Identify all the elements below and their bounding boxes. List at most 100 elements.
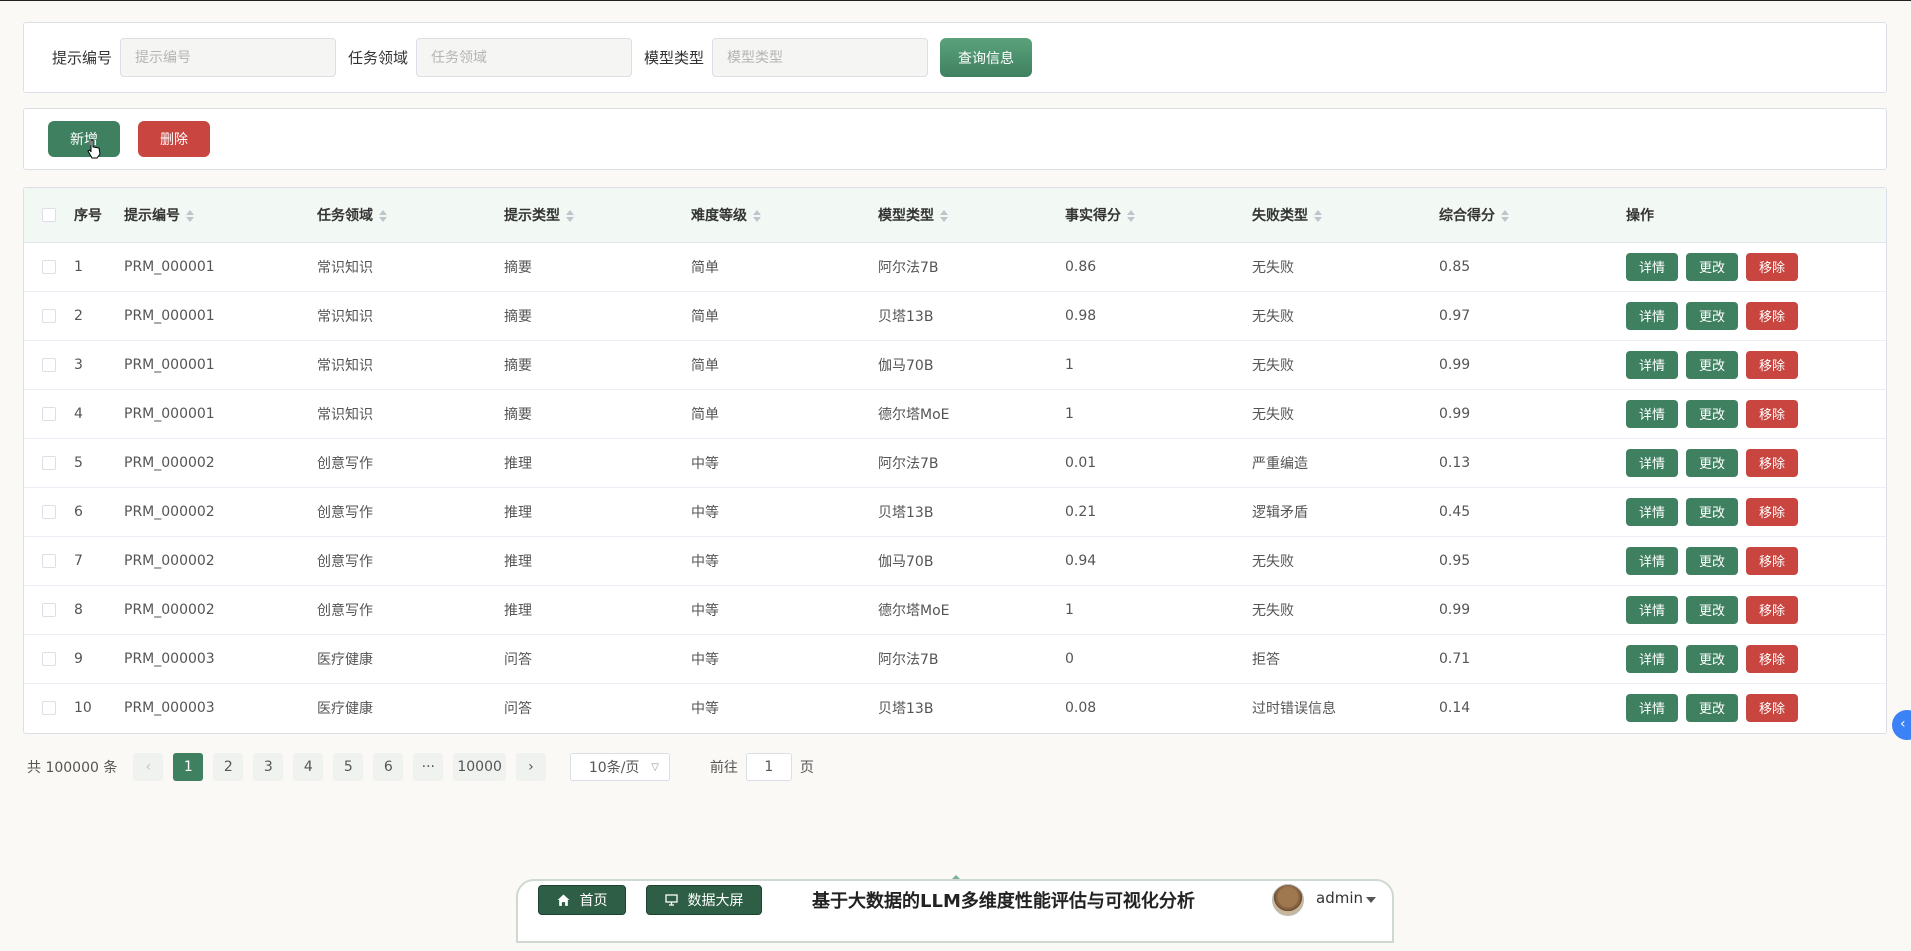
row-checkbox[interactable] (42, 455, 56, 470)
remove-button[interactable]: 移除 (1746, 546, 1798, 575)
table-row[interactable]: 7 PRM_000002 创意写作 推理 中等 伽马70B 0.94 无失败 0.95 详情 更改移… (24, 536, 1886, 586)
table-row[interactable]: 8 PRM_000002 创意写作 推理 中等 德尔塔MoE 1 无失败 0.99 详情 更改 移除 (24, 585, 1886, 635)
sort-icon[interactable] (186, 209, 194, 222)
edit-button[interactable]: 更改 (1686, 252, 1738, 281)
page-size-select[interactable]: 10条/页 ▽ (569, 753, 670, 781)
edit-button[interactable]: 更改 (1686, 399, 1738, 428)
user-name[interactable]: admin (1316, 889, 1363, 907)
edit-button[interactable]: 更改 (1686, 350, 1738, 379)
prev-page-button[interactable]: ‹ (133, 753, 164, 781)
detail-button[interactable]: 详情 (1626, 595, 1678, 624)
page-number-button[interactable]: 3 (253, 753, 284, 781)
row-checkbox[interactable] (42, 700, 56, 715)
edit-button[interactable]: 更改 (1686, 497, 1738, 526)
sort-icon[interactable] (1127, 209, 1135, 222)
edit-button[interactable]: 更改 (1686, 595, 1738, 624)
select-all-checkbox[interactable] (42, 207, 56, 222)
remove-button[interactable]: 移除 (1746, 595, 1798, 624)
sort-icon[interactable] (1501, 209, 1509, 222)
side-collapse-tab[interactable]: ‹ (1892, 710, 1911, 740)
remove-button[interactable]: 移除 (1746, 497, 1798, 526)
detail-button[interactable]: 详情 (1626, 693, 1678, 722)
table-row[interactable]: 5 PRM_000002 创意写作 推理 中等 阿尔法7B 0.01 严重编造 0.13 详情 更改… (24, 438, 1886, 488)
goto-suffix: 页 (799, 760, 814, 776)
sort-icon[interactable] (753, 209, 761, 222)
remove-button[interactable]: 移除 (1746, 693, 1798, 722)
row-checkbox[interactable] (42, 553, 56, 568)
table-row[interactable]: 9 PRM_000003 医疗健康 问答 中等 阿尔法7B 0 拒答 0.71 详情 更改 移除 (24, 634, 1886, 684)
col-header-overall-score[interactable]: 综合得分 (1439, 188, 1626, 243)
col-header-failure-type[interactable]: 失败类型 (1252, 188, 1439, 243)
page-number-button[interactable]: 5 (333, 753, 364, 781)
sort-icon[interactable] (379, 209, 387, 222)
edit-button[interactable]: 更改 (1686, 546, 1738, 575)
edit-button[interactable]: 更改 (1686, 448, 1738, 477)
table-row[interactable]: 4 PRM_000001 常识知识 摘要 简单 德尔塔MoE 1 无失败 0.99 详情 更改 移除 (24, 389, 1886, 439)
edit-button[interactable]: 更改 (1686, 693, 1738, 722)
detail-button[interactable]: 详情 (1626, 546, 1678, 575)
page-number-button[interactable]: 6 (373, 753, 404, 781)
page-ellipsis[interactable]: ··· (413, 753, 444, 781)
chevron-down-icon: ▽ (651, 761, 659, 773)
row-checkbox[interactable] (42, 504, 56, 519)
cell-overall-score: 0.95 (1439, 552, 1471, 569)
detail-button[interactable]: 详情 (1626, 448, 1678, 477)
col-header-model-type[interactable]: 模型类型 (878, 188, 1065, 243)
row-checkbox[interactable] (42, 308, 56, 323)
edit-button[interactable]: 更改 (1686, 644, 1738, 673)
col-header-difficulty[interactable]: 难度等级 (691, 188, 878, 243)
page-number-button[interactable]: 2 (213, 753, 244, 781)
cell-overall-score: 0.99 (1439, 356, 1471, 373)
task-domain-input[interactable] (416, 38, 633, 77)
table-row[interactable]: 6 PRM_000002 创意写作 推理 中等 贝塔13B 0.21 逻辑矛盾 0.45 详情 更改… (24, 487, 1886, 537)
table-row[interactable]: 3 PRM_000001 常识知识 摘要 简单 伽马70B 1 无失败 0.99 详情 更改 移除 (24, 340, 1886, 390)
detail-button[interactable]: 详情 (1626, 252, 1678, 281)
prompt-id-input[interactable] (120, 38, 337, 77)
page-number-button[interactable]: 10000 (453, 753, 506, 781)
add-button[interactable]: 新增 (48, 121, 120, 159)
detail-button[interactable]: 详情 (1626, 301, 1678, 330)
col-header-prompt-type[interactable]: 提示类型 (504, 188, 691, 243)
table-row[interactable]: 10 PRM_000003 医疗健康 问答 中等 贝塔13B 0.08 过时错误信息 0.14 详… (24, 683, 1886, 732)
sort-icon[interactable] (1314, 209, 1322, 222)
cell-difficulty: 简单 (691, 406, 719, 423)
remove-button[interactable]: 移除 (1746, 350, 1798, 379)
query-button[interactable]: 查询信息 (940, 38, 1033, 77)
remove-button[interactable]: 移除 (1746, 644, 1798, 673)
detail-button[interactable]: 详情 (1626, 350, 1678, 379)
sort-icon[interactable] (566, 209, 574, 222)
table-row[interactable]: 1 PRM_000001 常识知识 摘要 简单 阿尔法7B 0.86 无失败 0.85 详情 更改移… (24, 242, 1886, 292)
cell-index: 8 (74, 601, 83, 618)
home-nav-button[interactable]: 首页 (538, 885, 626, 915)
col-header-task-domain[interactable]: 任务领域 (317, 188, 504, 243)
detail-button[interactable]: 详情 (1626, 497, 1678, 526)
col-header-fact-score[interactable]: 事实得分 (1065, 188, 1252, 243)
remove-button[interactable]: 移除 (1746, 301, 1798, 330)
page-number-button[interactable]: 4 (293, 753, 324, 781)
cell-fact-score: 0 (1065, 650, 1074, 667)
table-row[interactable]: 2 PRM_000001 常识知识 摘要 简单 贝塔13B 0.98 无失败 0.97 详情 更改移… (24, 291, 1886, 341)
page-number-button[interactable]: 1 (173, 753, 204, 781)
col-header-prompt-id[interactable]: 提示编号 (124, 188, 317, 243)
detail-button[interactable]: 详情 (1626, 399, 1678, 428)
edit-button[interactable]: 更改 (1686, 301, 1738, 330)
delete-button[interactable]: 删除 (138, 121, 210, 157)
data-screen-nav-button[interactable]: 数据大屏 (646, 885, 762, 915)
sort-icon[interactable] (940, 209, 948, 222)
remove-button[interactable]: 移除 (1746, 448, 1798, 477)
next-page-button[interactable]: › (515, 753, 546, 781)
row-checkbox[interactable] (42, 602, 56, 617)
remove-button[interactable]: 移除 (1746, 252, 1798, 281)
cell-task-domain: 常识知识 (317, 308, 373, 325)
avatar[interactable] (1272, 884, 1304, 916)
cell-prompt-id: PRM_000003 (124, 650, 215, 667)
row-checkbox[interactable] (42, 357, 56, 372)
model-type-input[interactable] (712, 38, 929, 77)
row-checkbox[interactable] (42, 406, 56, 421)
goto-page-input[interactable] (745, 753, 792, 781)
detail-button[interactable]: 详情 (1626, 644, 1678, 673)
row-checkbox[interactable] (42, 259, 56, 274)
remove-button[interactable]: 移除 (1746, 399, 1798, 428)
caret-down-icon[interactable] (1366, 897, 1376, 903)
row-checkbox[interactable] (42, 651, 56, 666)
